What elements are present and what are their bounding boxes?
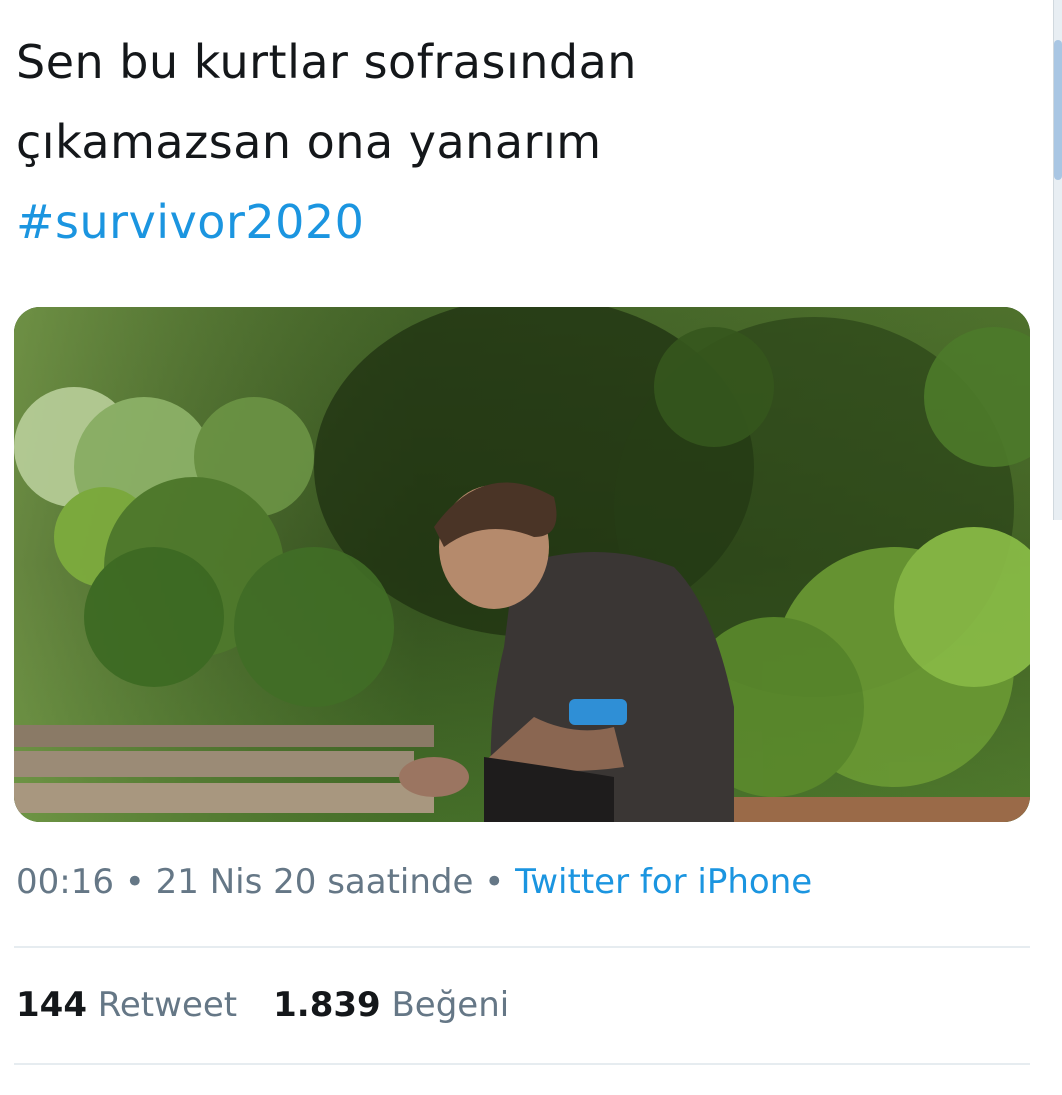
divider [14,1063,1030,1065]
meta-separator: • [473,862,516,902]
scrollbar-thumb[interactable] [1054,40,1062,180]
meta-separator: • [113,862,156,902]
media-photo [14,307,1030,822]
tweet-media-image[interactable] [14,307,1030,822]
tweet-source-link[interactable]: Twitter for iPhone [515,862,812,902]
tweet-text: Sen bu kurtlar sofrasından çıkamazsan on… [16,22,1016,262]
tweet-text-line-1: Sen bu kurtlar sofrasından [16,35,637,89]
tweet-text-line-2: çıkamazsan ona yanarım [16,115,602,169]
like-label: Beğeni [391,985,510,1025]
like-count: 1.839 [273,985,381,1025]
tweet-time[interactable]: 00:16 [16,862,114,902]
tweet-date[interactable]: 21 Nis 20 saatinde [156,862,474,902]
scrollbar-track[interactable] [1053,0,1062,520]
retweet-stat[interactable]: 144 Retweet [16,985,237,1025]
retweet-count: 144 [16,985,87,1025]
retweet-label: Retweet [97,985,238,1025]
divider [14,946,1030,948]
tweet-stats: 144 Retweet 1.839 Beğeni [16,985,509,1025]
tweet-meta: 00:16 • 21 Nis 20 saatinde • Twitter for… [16,862,812,902]
like-stat[interactable]: 1.839 Beğeni [273,985,509,1025]
hashtag-link[interactable]: #survivor2020 [16,182,1016,262]
